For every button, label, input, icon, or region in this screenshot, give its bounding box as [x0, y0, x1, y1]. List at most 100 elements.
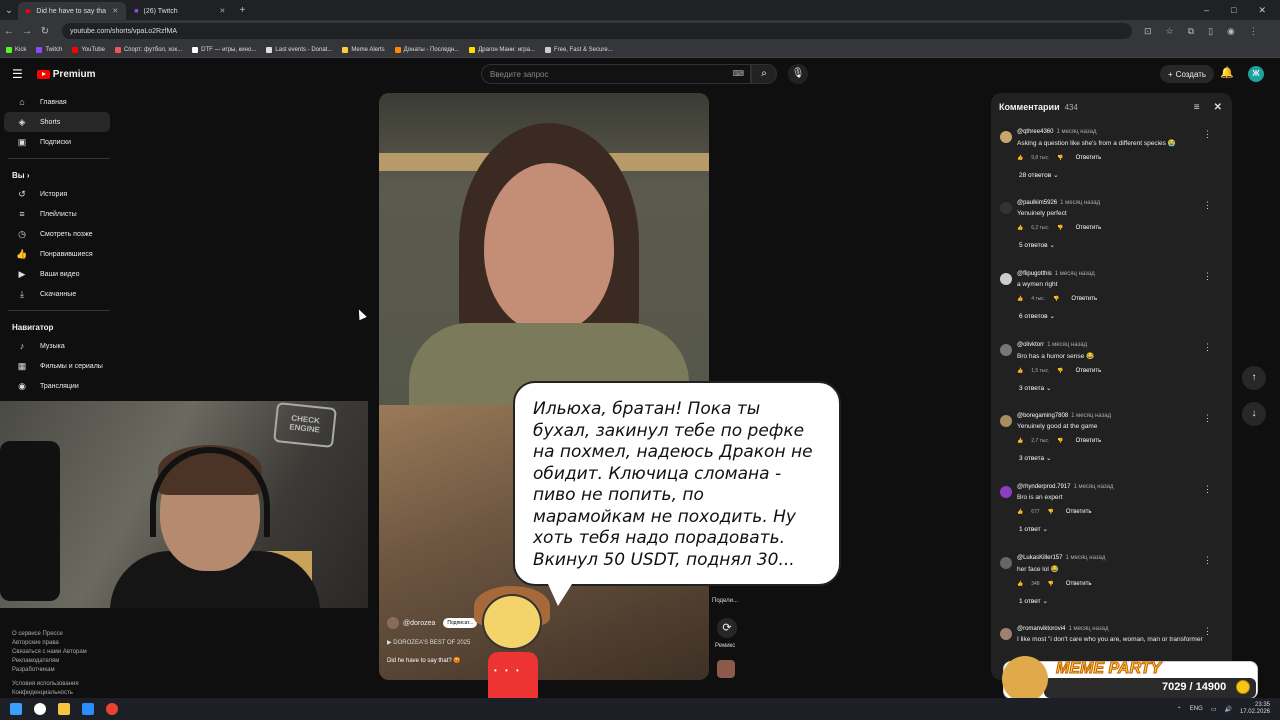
footer-link[interactable]: О сервисе Прессе	[12, 630, 117, 639]
comment-avatar[interactable]	[1000, 415, 1012, 427]
reload-icon[interactable]: ↻	[36, 26, 54, 37]
bookmark[interactable]: Meme Alerts	[342, 46, 385, 53]
close-icon[interactable]: ✕	[1214, 102, 1222, 113]
view-replies-button[interactable]: 28 ответов ⌄	[1019, 171, 1232, 179]
dislike-icon[interactable]: 👎	[1053, 296, 1059, 302]
comment-menu-icon[interactable]: ⋮	[1203, 271, 1212, 282]
sidepanel-icon[interactable]: ▯	[1208, 26, 1213, 37]
tab-twitch[interactable]: ■ (26) Twitch ✕	[126, 2, 233, 20]
comment-avatar[interactable]	[1000, 628, 1012, 640]
dislike-icon[interactable]: 👎	[1057, 155, 1063, 161]
sidebar-item-films[interactable]: ▦ Фильмы и сериалы	[4, 356, 110, 376]
reply-button[interactable]: Ответить	[1076, 368, 1102, 374]
close-window-icon[interactable]: ✕	[1258, 5, 1266, 16]
clock[interactable]: 23:35 17.02.2026	[1240, 702, 1270, 716]
address-bar[interactable]: youtube.com/shorts/vpaLo2RzfMA	[62, 23, 1132, 39]
sidebar-item-downloads[interactable]: ⤓ Скачанные	[4, 284, 110, 304]
comment-menu-icon[interactable]: ⋮	[1203, 626, 1212, 637]
like-icon[interactable]: 👍	[1017, 368, 1023, 374]
comment-avatar[interactable]	[1000, 202, 1012, 214]
search-button[interactable]: ⌕	[751, 64, 777, 84]
previous-short-button[interactable]: ↑	[1242, 366, 1266, 390]
tab-close-icon[interactable]: ✕	[220, 7, 226, 15]
avatar[interactable]: Ж	[1248, 66, 1264, 82]
comment-avatar[interactable]	[1000, 344, 1012, 356]
sidebar-item-shorts[interactable]: ◈ Shorts	[4, 112, 110, 132]
footer-link[interactable]: Рекламодателям	[12, 657, 117, 666]
star-icon[interactable]: ☆	[1166, 26, 1174, 37]
comment-author[interactable]: @romanviktorovi4	[1017, 626, 1065, 632]
back-icon[interactable]: ←	[0, 26, 18, 37]
like-icon[interactable]: 👍	[1017, 438, 1023, 444]
comment-author[interactable]: @LukasKiller157	[1017, 555, 1062, 561]
keyboard-icon[interactable]: ⌨	[732, 69, 744, 78]
comment-author[interactable]: @olivktorr	[1017, 342, 1044, 348]
profile-icon[interactable]: ◉	[1227, 26, 1235, 37]
like-icon[interactable]: 👍	[1017, 296, 1023, 302]
maximize-icon[interactable]: □	[1231, 5, 1236, 16]
view-replies-button[interactable]: 3 ответа ⌄	[1019, 454, 1232, 462]
footer-link[interactable]: Авторские права	[12, 639, 117, 648]
comment-menu-icon[interactable]: ⋮	[1203, 200, 1212, 211]
next-short-button[interactable]: ↓	[1242, 402, 1266, 426]
like-icon[interactable]: 👍	[1017, 155, 1023, 161]
new-tab-icon[interactable]: +	[233, 5, 251, 16]
chrome-icon[interactable]	[106, 703, 118, 715]
share-label[interactable]: Подели...	[712, 598, 738, 604]
extensions-icon[interactable]: ⧉	[1188, 26, 1194, 37]
channel-avatar[interactable]	[387, 617, 399, 629]
footer-link[interactable]: Разработчикам	[12, 666, 117, 675]
reply-button[interactable]: Ответить	[1066, 509, 1092, 515]
comment-menu-icon[interactable]: ⋮	[1203, 129, 1212, 140]
sidebar-item-home[interactable]: ⌂ Главная	[4, 92, 110, 112]
sort-icon[interactable]: ≡	[1194, 102, 1200, 113]
tray-chevron-icon[interactable]: ⌃	[1177, 706, 1182, 713]
tab-close-icon[interactable]: ✕	[112, 7, 118, 15]
you-section-title[interactable]: Вы ›	[0, 165, 118, 184]
language-indicator[interactable]: ENG	[1190, 706, 1203, 712]
bookmark[interactable]: Драгон Мани: игра...	[469, 46, 535, 53]
view-replies-button[interactable]: 1 ответ ⌄	[1019, 525, 1232, 533]
sidebar-item-your-videos[interactable]: ▶ Ваши видео	[4, 264, 110, 284]
hamburger-menu-icon[interactable]: ☰	[12, 67, 23, 81]
create-button[interactable]: + Создать	[1160, 65, 1215, 83]
sidebar-item-live[interactable]: ◉ Трансляции	[4, 376, 110, 396]
sidebar-item-playlists[interactable]: ≡ Плейлисты	[4, 204, 110, 224]
like-icon[interactable]: 👍	[1017, 509, 1023, 515]
comment-author[interactable]: @qthree4360	[1017, 129, 1053, 135]
bookmark[interactable]: Last events - Donat...	[266, 46, 332, 53]
forward-icon[interactable]: →	[18, 26, 36, 37]
comment-menu-icon[interactable]: ⋮	[1203, 342, 1212, 353]
tab-active[interactable]: ▶ Did he have to say that? 😡 ✕	[18, 2, 127, 20]
sidebar-item-subscriptions[interactable]: ▣ Подписки	[4, 132, 110, 152]
search-input[interactable]: Введите запрос ⌨	[481, 64, 751, 84]
remix-button[interactable]: ⟳	[717, 618, 737, 638]
bell-icon[interactable]: 🔔	[1220, 66, 1234, 79]
minimize-icon[interactable]: –	[1204, 5, 1209, 16]
bookmark[interactable]: Free, Fast & Secure...	[544, 46, 613, 53]
app-icon[interactable]	[82, 703, 94, 715]
reply-button[interactable]: Ответить	[1076, 225, 1102, 231]
sidebar-item-watch-later[interactable]: ◷ Смотреть позже	[4, 224, 110, 244]
comment-menu-icon[interactable]: ⋮	[1203, 484, 1212, 495]
view-replies-button[interactable]: 6 ответов ⌄	[1019, 312, 1232, 320]
comment-menu-icon[interactable]: ⋮	[1203, 555, 1212, 566]
like-icon[interactable]: 👍	[1017, 581, 1023, 587]
dislike-icon[interactable]: 👎	[1048, 509, 1054, 515]
footer-link[interactable]: Связаться с нами Авторам	[12, 648, 117, 657]
sidebar-item-music[interactable]: ♪ Музыка	[4, 336, 110, 356]
subscribe-button[interactable]: Подписат...	[443, 618, 478, 628]
tab-search-icon[interactable]: ⌄	[0, 5, 18, 16]
bookmark[interactable]: YouTube	[72, 46, 105, 53]
file-explorer-icon[interactable]	[58, 703, 70, 715]
sidebar-item-history[interactable]: ↺ История	[4, 184, 110, 204]
bookmark[interactable]: Донаты - Последн...	[394, 46, 459, 53]
dislike-icon[interactable]: 👎	[1048, 581, 1054, 587]
playlist-link[interactable]: ▶ DOROZEA'S BEST OF 2025	[387, 639, 470, 646]
footer-link[interactable]: Условия использования	[12, 680, 117, 689]
windows-start-icon[interactable]	[10, 703, 22, 715]
install-icon[interactable]: ⊡	[1144, 26, 1152, 37]
comment-avatar[interactable]	[1000, 557, 1012, 569]
dislike-icon[interactable]: 👎	[1057, 225, 1063, 231]
bookmark[interactable]: Спорт: футбол, хок...	[114, 46, 182, 53]
